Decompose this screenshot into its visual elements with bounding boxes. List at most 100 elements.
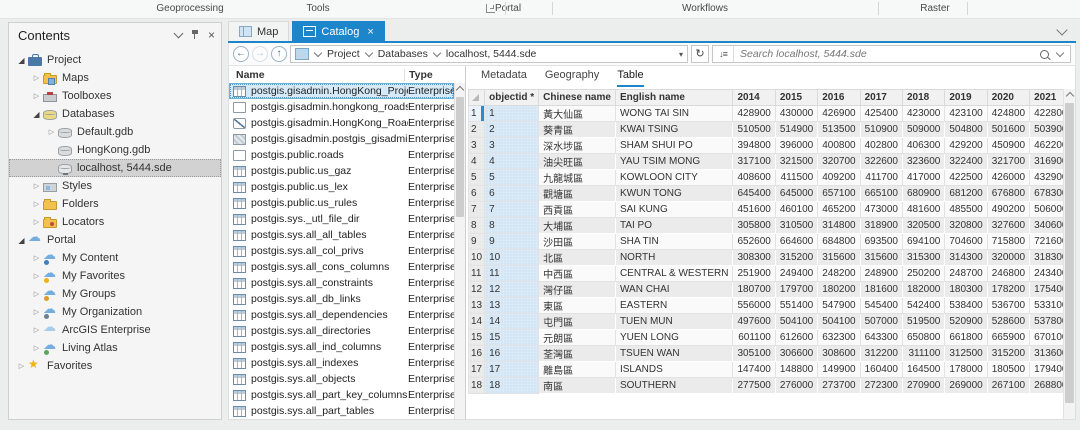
list-item-postgis-gisadmin-postgis-gisadmin-hongk[interactable]: postgis.gisadmin.postgis_gisadmin_HongK.…: [229, 131, 454, 147]
cell-year-value[interactable]: 422500: [945, 170, 987, 186]
collapse-arrow-icon[interactable]: ◢: [15, 56, 28, 65]
back-button[interactable]: ←: [233, 46, 249, 62]
cell-year-value[interactable]: 308600: [818, 346, 860, 362]
dialog-launcher-icon[interactable]: [486, 4, 495, 13]
expand-arrow-icon[interactable]: ▷: [30, 344, 43, 352]
cell-year-value[interactable]: 428900: [733, 106, 775, 122]
cell-english-name[interactable]: KWAI TSING: [615, 122, 733, 138]
cell-year-value[interactable]: 424800: [987, 106, 1029, 122]
pane-menu-chevron-icon[interactable]: [174, 29, 184, 39]
cell-year-value[interactable]: 394800: [733, 138, 775, 154]
column-header-2016[interactable]: 2016: [818, 90, 860, 106]
row-number[interactable]: 5: [469, 170, 485, 186]
cell-english-name[interactable]: KWUN TONG: [615, 186, 733, 202]
cell-year-value[interactable]: 315200: [775, 250, 817, 266]
cell-year-value[interactable]: 251900: [733, 266, 775, 282]
cell-year-value[interactable]: 396000: [775, 138, 817, 154]
cell-year-value[interactable]: 148800: [775, 362, 817, 378]
table-row[interactable]: 1414屯門區TUEN MUN4976005041005041005070005…: [469, 314, 1064, 330]
row-number[interactable]: 2: [469, 122, 485, 138]
cell-english-name[interactable]: SOUTHERN: [615, 378, 733, 394]
column-header-2014[interactable]: 2014: [733, 90, 775, 106]
expand-arrow-icon[interactable]: ▷: [30, 218, 43, 226]
cell-year-value[interactable]: 273700: [818, 378, 860, 394]
expand-arrow-icon[interactable]: ▷: [30, 182, 43, 190]
cell-chinese-name[interactable]: 九龍城區: [539, 170, 616, 186]
cell-year-value[interactable]: 650800: [902, 330, 944, 346]
cell-year-value[interactable]: 430000: [775, 106, 817, 122]
cell-year-value[interactable]: 460100: [775, 202, 817, 218]
list-item-postgis-public-us-gaz[interactable]: postgis.public.us_gazEnterprise: [229, 163, 454, 179]
cell-year-value[interactable]: 533100: [1030, 298, 1063, 314]
list-item-postgis-sys-all-part-tables[interactable]: postgis.sys.all_part_tablesEnterprise: [229, 403, 454, 419]
tree-item-my-favorites[interactable]: ▷My Favorites: [9, 267, 221, 285]
tree-item-folders[interactable]: ▷Folders: [9, 195, 221, 213]
row-number[interactable]: 8: [469, 218, 485, 234]
cell-year-value[interactable]: 417000: [902, 170, 944, 186]
cell-year-value[interactable]: 248700: [945, 266, 987, 282]
row-number[interactable]: 10: [469, 250, 485, 266]
sort-icon[interactable]: ↓≡: [713, 46, 734, 62]
cell-year-value[interactable]: 267100: [987, 378, 1029, 394]
cell-chinese-name[interactable]: 屯門區: [539, 314, 616, 330]
tree-item-styles[interactable]: ▷Styles: [9, 177, 221, 195]
chevron-down-icon[interactable]: [433, 49, 441, 57]
breadcrumb-project[interactable]: Project: [327, 48, 360, 60]
table-row[interactable]: 55九龍城區KOWLOON CITY4086004115004092004117…: [469, 170, 1064, 186]
cell-year-value[interactable]: 250200: [902, 266, 944, 282]
cell-year-value[interactable]: 678300: [1030, 186, 1063, 202]
cell-year-value[interactable]: 645000: [775, 186, 817, 202]
cell-year-value[interactable]: 276000: [775, 378, 817, 394]
tree-item-maps[interactable]: ▷Maps: [9, 69, 221, 87]
table-row[interactable]: 1818南區SOUTHERN27750027600027370027230027…: [469, 378, 1064, 394]
cell-objectid[interactable]: 1: [485, 106, 539, 122]
scroll-up-icon[interactable]: [1065, 92, 1073, 100]
cell-year-value[interactable]: 270900: [902, 378, 944, 394]
cell-year-value[interactable]: 661800: [945, 330, 987, 346]
cell-chinese-name[interactable]: 西貢區: [539, 202, 616, 218]
list-item-postgis-sys-all-cons-columns[interactable]: postgis.sys.all_cons_columnsEnterprise: [229, 259, 454, 275]
cell-year-value[interactable]: 643300: [860, 330, 902, 346]
list-item-postgis-sys-all-col-privs[interactable]: postgis.sys.all_col_privsEnterprise: [229, 243, 454, 259]
cell-english-name[interactable]: YUEN LONG: [615, 330, 733, 346]
cell-year-value[interactable]: 180700: [733, 282, 775, 298]
list-item-postgis-public-us-lex[interactable]: postgis.public.us_lexEnterprise: [229, 179, 454, 195]
table-row[interactable]: 1111中西區CENTRAL & WESTERN2519002494002482…: [469, 266, 1064, 282]
cell-year-value[interactable]: 504100: [775, 314, 817, 330]
cell-year-value[interactable]: 314800: [818, 218, 860, 234]
cell-year-value[interactable]: 465200: [818, 202, 860, 218]
list-item-postgis-gisadmin-hongkong-roads[interactable]: postgis.gisadmin.hongkong_roadsEnterpris…: [229, 99, 454, 115]
cell-year-value[interactable]: 181600: [860, 282, 902, 298]
column-header-objectid[interactable]: objectid *: [485, 90, 539, 106]
cell-year-value[interactable]: 246800: [987, 266, 1029, 282]
cell-year-value[interactable]: 432900: [1030, 170, 1063, 186]
row-number[interactable]: 7: [469, 202, 485, 218]
cell-year-value[interactable]: 164500: [902, 362, 944, 378]
cell-chinese-name[interactable]: 元朗區: [539, 330, 616, 346]
cell-year-value[interactable]: 681200: [945, 186, 987, 202]
cell-year-value[interactable]: 321500: [775, 154, 817, 170]
cell-year-value[interactable]: 551400: [775, 298, 817, 314]
row-number[interactable]: 18: [469, 378, 485, 394]
cell-objectid[interactable]: 4: [485, 154, 539, 170]
cell-year-value[interactable]: 269000: [945, 378, 987, 394]
cell-year-value[interactable]: 501600: [987, 122, 1029, 138]
cell-year-value[interactable]: 684800: [818, 234, 860, 250]
cell-year-value[interactable]: 180500: [987, 362, 1029, 378]
cell-english-name[interactable]: SAI KUNG: [615, 202, 733, 218]
tree-item-localhost-5444-sde[interactable]: localhost, 5444.sde: [9, 159, 221, 177]
cell-english-name[interactable]: WONG TAI SIN: [615, 106, 733, 122]
cell-year-value[interactable]: 538400: [945, 298, 987, 314]
row-number[interactable]: 12: [469, 282, 485, 298]
close-icon[interactable]: ×: [208, 30, 215, 40]
cell-year-value[interactable]: 528600: [987, 314, 1029, 330]
table-row[interactable]: 1313東區EASTERN556000551400547900545400542…: [469, 298, 1064, 314]
list-item-postgis-sys-all-db-links[interactable]: postgis.sys.all_db_linksEnterprise: [229, 291, 454, 307]
cell-year-value[interactable]: 179700: [775, 282, 817, 298]
table-row[interactable]: 22葵青區KWAI TSING5105005149005135005109005…: [469, 122, 1064, 138]
cell-year-value[interactable]: 320500: [902, 218, 944, 234]
collapse-arrow-icon[interactable]: ◢: [15, 236, 28, 245]
column-header-name[interactable]: Name: [229, 69, 405, 81]
row-number[interactable]: 13: [469, 298, 485, 314]
cell-english-name[interactable]: TAI PO: [615, 218, 733, 234]
